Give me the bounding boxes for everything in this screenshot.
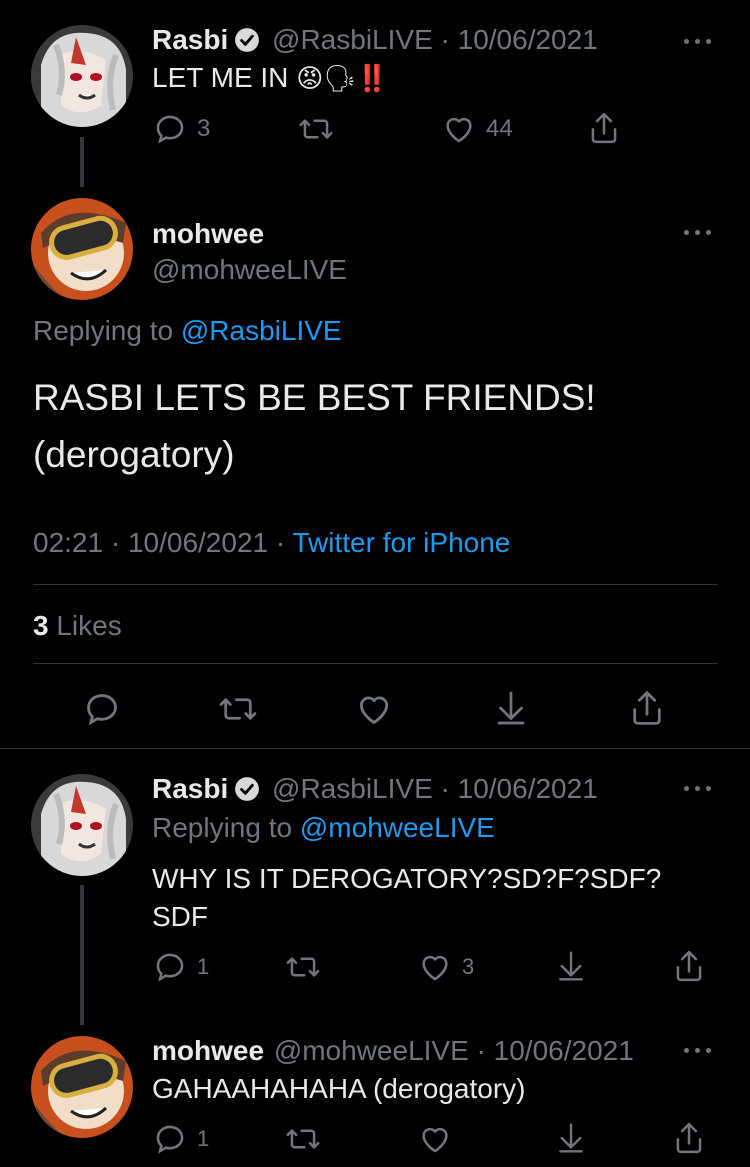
main-tweet-text: RASBI LETS BE BEST FRIENDS! (derogatory) [33, 377, 596, 475]
share-button[interactable] [628, 688, 666, 728]
tweet-header: Rasbi @RasbiLIVE · 10/06/2021 [152, 24, 598, 56]
divider [0, 748, 750, 749]
avatar-mohwee[interactable] [31, 198, 133, 300]
tweet-text: WHY IS IT DEROGATORY?SD?F?SDF? SDF [152, 863, 662, 932]
share-button[interactable] [587, 110, 621, 146]
like-button[interactable]: 44 [442, 112, 513, 146]
tweet-header: mohwee @mohweeLIVE · 10/06/2021 [152, 1035, 634, 1067]
share-button[interactable] [672, 1120, 706, 1156]
like-count: 3 [462, 954, 475, 979]
heart-icon [446, 117, 472, 143]
more-options-icon[interactable] [684, 36, 714, 46]
tweet-header: Rasbi @RasbiLIVE · 10/06/2021 [152, 773, 598, 805]
retweet-button[interactable] [218, 690, 258, 728]
emoji: 😡🗣‼️ [296, 63, 389, 93]
retweet-button[interactable] [298, 112, 334, 146]
like-button[interactable] [355, 690, 393, 728]
author-name[interactable]: mohwee [152, 1035, 264, 1066]
retweet-icon [286, 957, 320, 977]
author-name[interactable]: Rasbi [152, 773, 228, 804]
tweet-text: LET ME IN 😡🗣‼️ [152, 62, 389, 93]
thread-line [80, 885, 84, 1025]
replying-to: Replying to @RasbiLIVE [33, 315, 342, 346]
replying-to-link[interactable]: @RasbiLIVE [181, 315, 342, 346]
more-options-icon[interactable] [684, 783, 714, 793]
tweet-text: GAHAAHAHAHA (derogatory) [152, 1073, 526, 1104]
author-handle-date[interactable]: @mohweeLIVE · 10/06/2021 [274, 1035, 634, 1066]
heart-icon [422, 955, 448, 981]
retweet-button[interactable] [285, 950, 321, 984]
retweet-icon [219, 698, 257, 720]
like-button[interactable] [418, 1122, 452, 1156]
download-arrow-icon [497, 691, 525, 725]
reply-button[interactable]: 1 [153, 950, 209, 984]
share-button[interactable] [672, 948, 706, 984]
reply-icon [156, 115, 184, 144]
retweet-icon [286, 1129, 320, 1149]
author-name[interactable]: mohwee [152, 218, 264, 250]
reply-count: 1 [197, 1126, 210, 1151]
share-icon [633, 691, 661, 725]
divider [33, 663, 718, 664]
replying-to-link[interactable]: @mohweeLIVE [300, 812, 495, 843]
likes-summary[interactable]: 3 Likes [33, 610, 122, 642]
share-icon [591, 112, 617, 144]
like-button[interactable]: 3 [418, 950, 474, 984]
like-count: 44 [486, 115, 513, 142]
author-handle-date[interactable]: @RasbiLIVE · 10/06/2021 [272, 773, 598, 804]
avatar-rasbi[interactable] [31, 774, 133, 876]
download-arrow-icon [559, 951, 583, 981]
reply-icon [87, 694, 117, 726]
avatar-mohwee[interactable] [31, 1036, 133, 1138]
retweet-icon [299, 119, 333, 139]
heart-icon [422, 1127, 448, 1153]
bookmark-button[interactable] [555, 948, 587, 984]
author-name[interactable]: Rasbi [152, 24, 228, 55]
bookmark-button[interactable] [555, 1120, 587, 1156]
reply-button[interactable]: 1 [153, 1122, 209, 1156]
heart-icon [359, 696, 389, 724]
thread-line [80, 137, 84, 187]
reply-count: 3 [197, 115, 211, 142]
reply-button[interactable]: 3 [153, 112, 210, 146]
reply-icon [156, 953, 184, 982]
author-handle-date[interactable]: @RasbiLIVE · 10/06/2021 [272, 24, 598, 55]
bookmark-button[interactable] [493, 688, 529, 728]
reply-button[interactable] [83, 690, 121, 728]
reply-icon [156, 1125, 184, 1154]
replying-to: Replying to @mohweeLIVE [152, 812, 495, 843]
divider [33, 584, 718, 585]
verified-badge-icon [235, 28, 260, 52]
source-link[interactable]: Twitter for iPhone [292, 527, 510, 558]
share-icon [676, 1122, 702, 1154]
tweet-timestamp: 02:21 · 10/06/2021 · Twitter for iPhone [33, 527, 511, 558]
verified-badge-icon [235, 777, 260, 801]
download-arrow-icon [559, 1123, 583, 1153]
reply-count: 1 [197, 954, 210, 979]
share-icon [676, 950, 702, 982]
author-handle[interactable]: @mohweeLIVE [152, 254, 347, 286]
avatar-rasbi[interactable] [31, 25, 133, 127]
retweet-button[interactable] [285, 1122, 321, 1156]
more-options-icon[interactable] [684, 227, 714, 237]
more-options-icon[interactable] [684, 1045, 714, 1055]
